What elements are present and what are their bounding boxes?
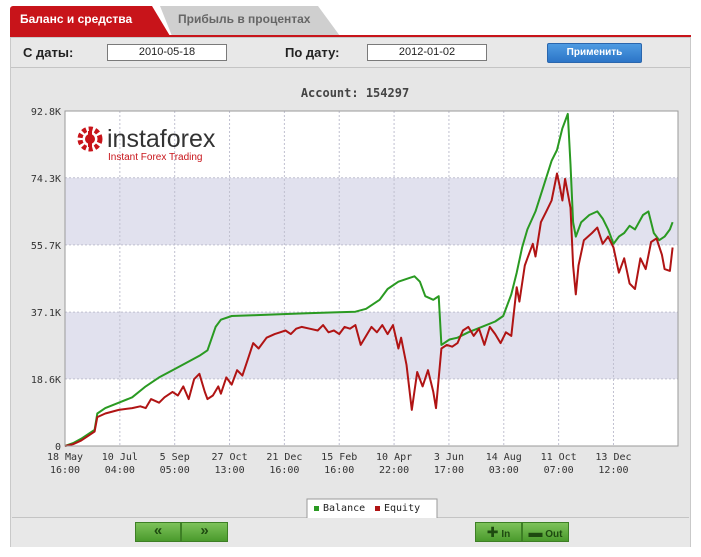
y-tick-label: 92.8K — [31, 107, 61, 118]
from-date-input[interactable]: 2010-05-18 — [107, 44, 227, 61]
zoom-out-button[interactable]: ▬ Out — [522, 522, 569, 542]
x-axis: 18 May 16:00 10 Jul 04:00 5 Sep 05:00 27 Oct 13… — [47, 452, 632, 476]
x-tick-label: 13:00 — [214, 465, 244, 476]
plot-band — [65, 177, 678, 245]
y-tick-label: 18.6K — [31, 375, 61, 386]
date-filter-row: С даты: 2010-05-18 По дату: 2012-01-02 П… — [11, 38, 690, 68]
tab-balance-equity[interactable]: Баланс и средства — [10, 6, 170, 36]
plot-band — [65, 378, 678, 446]
x-tick-label: 10 Jul — [102, 452, 138, 463]
x-tick-label: 3 Jun — [434, 452, 464, 463]
x-tick-label: 10 Apr — [376, 452, 412, 463]
y-tick-label: 37.1K — [31, 308, 61, 319]
zoom-out-label: Out — [545, 529, 563, 540]
balance-equity-chart: Account: 154297 instaforex Instant Forex… — [31, 86, 679, 520]
y-tick-label: 55.7K — [31, 241, 61, 252]
zoom-in-label: In — [501, 529, 511, 540]
logo-tagline: Instant Forex Trading — [108, 152, 203, 163]
x-tick-label: 22:00 — [379, 465, 409, 476]
account-chart-widget: Прибыль в процентах Баланс и средства С … — [0, 0, 701, 557]
x-tick-label: 21 Dec — [266, 452, 302, 463]
to-date-label: По дату: — [285, 45, 340, 60]
x-tick-label: 04:00 — [105, 465, 135, 476]
tab-profit-percent[interactable]: Прибыль в процентах — [160, 6, 340, 36]
x-tick-label: 11 Oct — [541, 452, 577, 463]
x-tick-label: 15 Feb — [321, 452, 357, 463]
chart-panel: С даты: 2010-05-18 По дату: 2012-01-02 П… — [10, 37, 691, 547]
x-tick-label: 5 Sep — [160, 452, 190, 463]
x-tick-label: 16:00 — [269, 465, 299, 476]
x-tick-label: 16:00 — [50, 465, 80, 476]
legend-equity-label: Equity — [384, 503, 420, 514]
x-tick-label: 18 May — [47, 452, 83, 463]
x-tick-label: 16:00 — [324, 465, 354, 476]
y-axis: 018.6K37.1K55.7K74.3K92.8K — [31, 107, 61, 453]
x-tick-label: 13 Dec — [595, 452, 631, 463]
logo-name: instaforex — [107, 125, 216, 153]
x-tick-label: 12:00 — [598, 465, 628, 476]
y-tick-label: 74.3K — [31, 174, 61, 185]
x-tick-label: 27 Oct — [211, 452, 247, 463]
scroll-forward-button[interactable]: » — [181, 522, 228, 542]
x-tick-label: 03:00 — [489, 465, 519, 476]
from-date-label: С даты: — [23, 45, 74, 60]
chart-navigation: « » ✚ In ▬ Out — [11, 518, 690, 547]
plus-icon: ✚ — [486, 524, 499, 540]
scroll-back-button[interactable]: « — [135, 522, 181, 542]
x-tick-label: 17:00 — [434, 465, 464, 476]
x-tick-label: 07:00 — [544, 465, 574, 476]
zoom-in-button[interactable]: ✚ In — [475, 522, 522, 542]
plot-band — [65, 244, 678, 313]
legend-balance-label: Balance — [323, 503, 365, 514]
chart-title: Account: 154297 — [301, 86, 409, 100]
minus-icon: ▬ — [528, 524, 543, 540]
apply-button[interactable]: Применить — [547, 43, 642, 63]
chart-area: Account: 154297 instaforex Instant Forex… — [12, 69, 689, 520]
legend-equity-swatch — [375, 506, 380, 511]
plot-band — [65, 312, 678, 379]
tab-bar: Прибыль в процентах Баланс и средства — [10, 6, 700, 36]
x-tick-label: 05:00 — [160, 465, 190, 476]
x-tick-label: 14 Aug — [486, 452, 522, 463]
legend: Balance Equity — [306, 498, 438, 520]
legend-balance-swatch — [314, 506, 319, 511]
to-date-input[interactable]: 2012-01-02 — [367, 44, 487, 61]
